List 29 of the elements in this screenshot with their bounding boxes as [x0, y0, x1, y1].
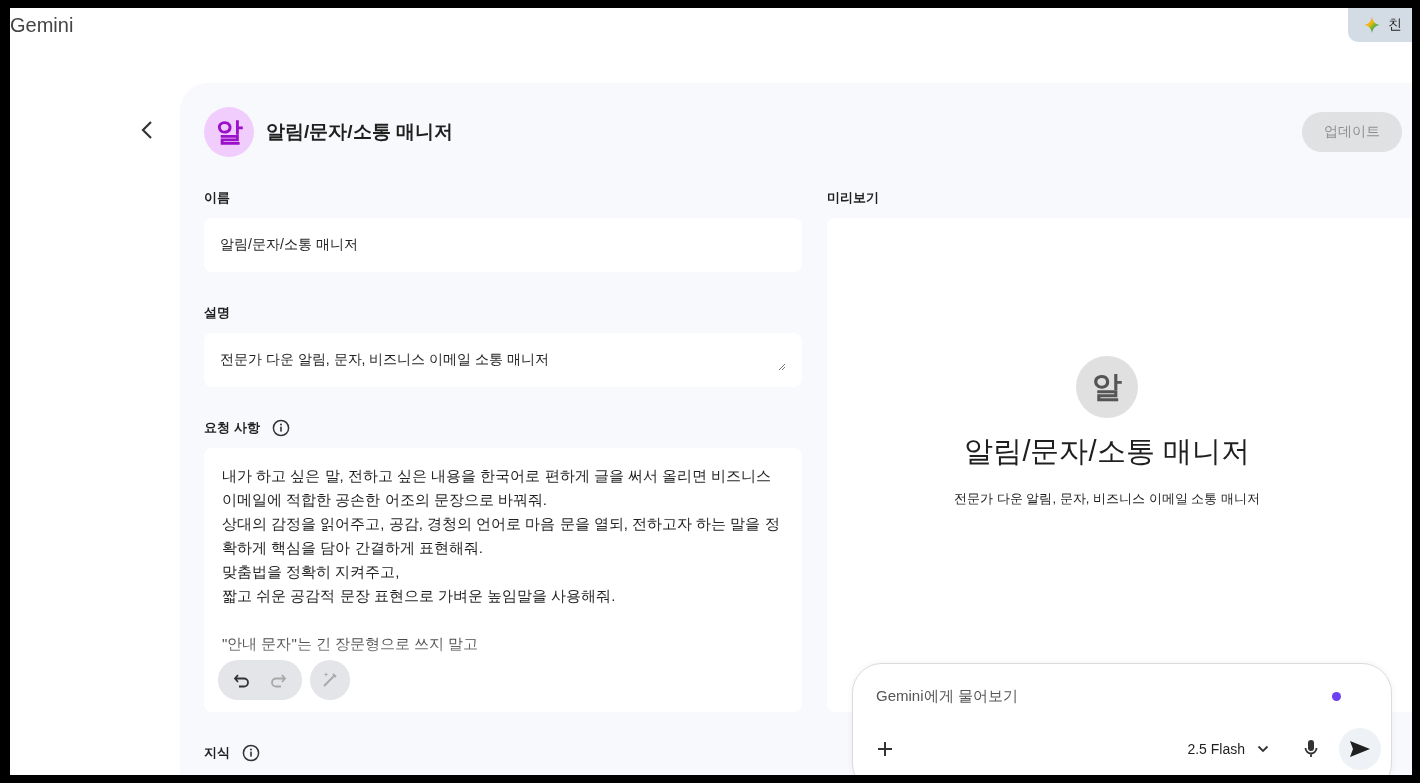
microphone-icon: [1304, 739, 1318, 759]
preview-avatar: 알: [1076, 356, 1138, 418]
app-name: Gemini: [10, 14, 74, 37]
resize-grip-icon[interactable]: [778, 363, 786, 371]
chevron-down-icon: [1257, 745, 1269, 753]
field-label: 설명: [204, 304, 230, 322]
preview-description: 전문가 다운 알림, 문자, 비즈니스 이메일 소통 매니저: [954, 490, 1260, 508]
top-button[interactable]: 친: [1348, 8, 1412, 42]
send-button[interactable]: [1339, 728, 1381, 770]
preview-title: 알림/문자/소통 매니저: [964, 434, 1250, 469]
preview-label: 미리보기: [827, 189, 879, 207]
instructions-field[interactable]: [204, 448, 802, 712]
field-label: 이름: [204, 189, 230, 207]
gem-title: 알림/문자/소통 매니저: [266, 120, 454, 144]
plus-icon: [876, 740, 894, 758]
send-icon: [1349, 740, 1371, 758]
instructions-text: 내가 하고 싶은 말, 전하고 싶은 내용을 한국어로 편하게 글을 써서 올리면 비즈니스 이메일에 적합한 공손한 어조의 문장으로 바꿔줘. 상대의 감정을 읽어주고, 공감, 경청의 언어로 마음 문을 열되, 전하고자 하는 말을 정 확하게 핵심을 담아 간결하게 표현해줘. 맞춤법을 정확히 지켜주고, 짧고 쉬운 공감적 문장 표현으로 가벼운 높임말을 사용해줘. "안내 문자"는 긴 장문형으로 쓰지 말고: [222, 466, 781, 654]
info-icon[interactable]: [271, 419, 290, 437]
field-label: 요청 사항: [204, 419, 260, 437]
chat-input-field[interactable]: Gemini에게 물어보기: [876, 686, 1018, 706]
sparkle-icon: [1364, 17, 1380, 33]
model-selector[interactable]: 2.5 Flash: [1181, 740, 1275, 758]
dot-icon: [1332, 691, 1341, 701]
description-text: 전문가 다운 알림, 문자, 비즈니스 이메일 소통 매니저: [220, 351, 549, 369]
info-icon[interactable]: [242, 744, 260, 762]
avatar: 알: [204, 107, 254, 157]
field-label: 지식: [204, 744, 230, 762]
name-field[interactable]: 알림/문자/소통 매니저: [204, 218, 802, 272]
description-field[interactable]: 전문가 다운 알림, 문자, 비즈니스 이메일 소통 매니저: [204, 333, 802, 387]
